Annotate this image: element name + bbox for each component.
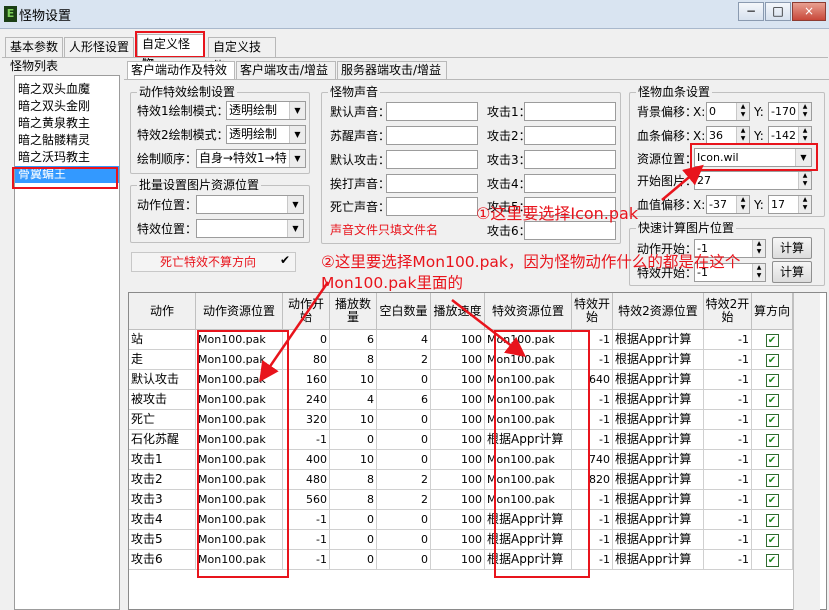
highlight-action-resource-column <box>197 330 289 578</box>
arrow-to-resource <box>661 164 704 201</box>
highlight-effect-resource-column <box>494 330 590 578</box>
annotation-two-line1: ②这里要选择Mon100.pak，因为怪物动作什么的都是在这个 <box>321 253 741 271</box>
annotation-two-line2: Mon100.pak里面的 <box>321 274 464 292</box>
annotation-arrows <box>197 164 704 578</box>
annotation-one: ①这里要选择Icon.pak <box>476 204 639 223</box>
arrow-to-effect-resource <box>451 299 526 358</box>
